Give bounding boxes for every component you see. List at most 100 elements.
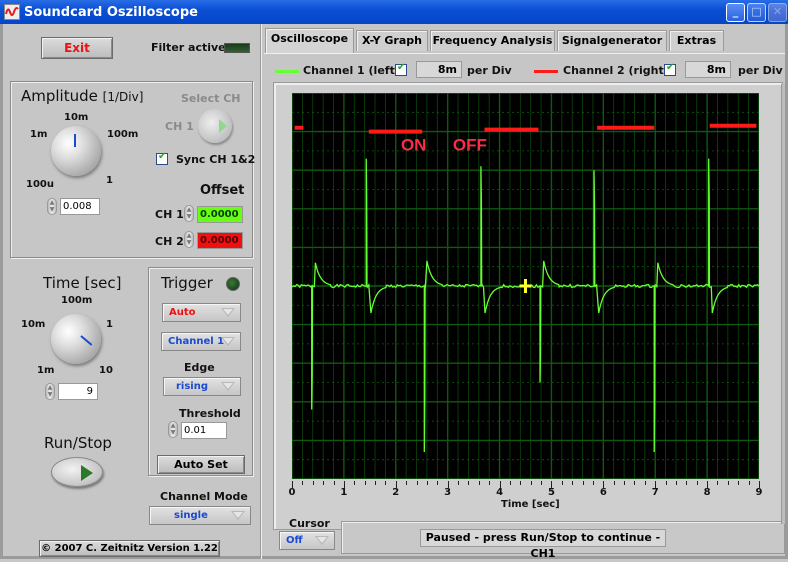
auto-set-button[interactable]: Auto Set [157, 455, 245, 474]
x-axis-tick [468, 481, 470, 485]
play-icon [81, 465, 93, 481]
x-axis-tick [665, 481, 667, 485]
amplitude-knob-pointer [74, 134, 76, 147]
cursor-dropdown[interactable]: Off [279, 531, 335, 550]
x-axis-tick [592, 481, 594, 485]
channel2-label: Channel 2 (right) [563, 64, 669, 77]
x-axis-tick [333, 481, 335, 485]
x-axis-tick [748, 481, 750, 485]
x-axis-tick [302, 481, 304, 485]
sync-checkbox[interactable] [156, 151, 168, 165]
maximize-icon: □ [751, 5, 762, 18]
x-axis-tick-label: 1 [340, 487, 348, 498]
cursor-value: Off [286, 535, 303, 546]
x-axis-tick [644, 481, 646, 485]
threshold-input[interactable]: 0.01 [181, 422, 227, 439]
app-body: Exit Filter active Amplitude [1/Div] 10m… [0, 24, 788, 560]
x-axis-tick [385, 481, 387, 485]
time-knob-pointer [80, 335, 93, 346]
oscilloscope-plot[interactable]: ON OFF [292, 93, 759, 479]
offset-title: Offset [200, 183, 245, 198]
x-axis-tick-label: 4 [496, 487, 504, 498]
x-axis-tick [572, 481, 574, 485]
run-stop-button[interactable] [51, 457, 103, 487]
trigger-mode-dropdown[interactable]: Auto [162, 303, 241, 322]
x-axis-tick [509, 481, 511, 485]
minimize-button[interactable]: _ [726, 3, 745, 22]
graph-frame-edge [781, 84, 785, 524]
channel1-label: Channel 1 (left) [303, 64, 400, 77]
x-axis-tick [696, 481, 698, 485]
tab-signalgenerator[interactable]: Signalgenerator [557, 30, 667, 51]
tab-xy-graph[interactable]: X-Y Graph [356, 30, 428, 51]
x-axis-tick [354, 481, 356, 485]
amplitude-knob[interactable] [51, 126, 101, 176]
run-stop-label: Run/Stop [44, 434, 112, 452]
offset-ch1-spinner[interactable]: ▲ ▼ [184, 205, 194, 222]
amplitude-value-input[interactable]: 0.008 [60, 198, 100, 215]
x-axis-tick [738, 481, 740, 485]
tab-frequency-analysis[interactable]: Frequency Analysis [430, 30, 555, 51]
time-value-input[interactable]: 9 [58, 383, 98, 400]
trigger-channel-dropdown[interactable]: Channel 1 [161, 332, 241, 351]
time-knob[interactable] [51, 314, 101, 364]
tab-oscilloscope[interactable]: Oscilloscope [265, 28, 354, 53]
exit-button[interactable]: Exit [41, 37, 113, 59]
x-axis-title: Time [sec] [501, 499, 560, 510]
channel2-enable-checkbox[interactable] [664, 62, 676, 76]
x-axis-tick [582, 481, 584, 485]
select-ch-toggle[interactable] [198, 109, 232, 143]
amplitude-tick-10m: 10m [64, 112, 89, 123]
threshold-label: Threshold [179, 407, 241, 420]
x-axis-tick [437, 481, 439, 485]
x-axis-tick [530, 481, 532, 485]
channel2-per-div-input[interactable]: 8m [685, 61, 731, 78]
x-axis-tick-label: 9 [755, 487, 763, 498]
x-axis-tick [686, 481, 688, 485]
time-tick-1m: 1m [37, 365, 55, 376]
amplitude-title-text: Amplitude [21, 87, 98, 105]
edge-label: Edge [184, 361, 215, 374]
filter-active-label: Filter active [151, 41, 226, 54]
channel1-per-div-label: per Div [467, 64, 512, 77]
offset-ch2-spinner[interactable]: ▲ ▼ [184, 231, 194, 248]
channel1-per-div-input[interactable]: 8m [416, 61, 462, 78]
x-axis-tick-label: 5 [547, 487, 555, 498]
maximize-button[interactable]: □ [747, 3, 766, 22]
time-tick-10: 10 [99, 365, 113, 376]
window-title: Soundcard Oszilloscope [24, 4, 198, 20]
amplitude-unit: [1/Div] [102, 90, 144, 104]
amplitude-tick-1: 1 [106, 175, 113, 186]
channel-mode-value: single [174, 510, 208, 521]
amplitude-tick-1m: 1m [30, 129, 48, 140]
channel1-enable-checkbox[interactable] [395, 62, 407, 76]
tab-extras[interactable]: Extras [669, 30, 724, 51]
time-tick-1: 1 [106, 319, 113, 330]
chevron-down-icon [221, 308, 235, 317]
offset-ch1-input[interactable]: 0.0000 [197, 206, 243, 223]
filter-active-led [224, 43, 250, 53]
chevron-down-icon [315, 536, 329, 545]
offset-ch2-label: CH 2 [155, 235, 184, 248]
trigger-mode-value: Auto [169, 307, 196, 318]
edge-value: rising [176, 381, 209, 392]
channel-mode-dropdown[interactable]: single [149, 506, 251, 525]
amplitude-spinner[interactable]: ▲ ▼ [47, 198, 57, 215]
channel2-per-div-label: per Div [738, 64, 783, 77]
x-axis-tick-label: 3 [444, 487, 452, 498]
plot-annotation-off: OFF [453, 136, 487, 155]
offset-ch1-label: CH 1 [155, 208, 184, 221]
channel2-color-swatch [534, 70, 558, 73]
offset-ch2-input[interactable]: 0.0000 [197, 232, 243, 249]
x-axis-tick-label: 0 [288, 487, 296, 498]
close-button[interactable]: ✕ [768, 3, 787, 22]
select-ch-arrow-icon [219, 119, 227, 133]
amplitude-tick-100u: 100u [26, 179, 54, 190]
trigger-led [226, 277, 240, 291]
threshold-spinner[interactable]: ▲ ▼ [168, 421, 178, 438]
status-text: Paused - press Run/Stop to continue - CH… [420, 529, 666, 560]
copyright-label: © 2007 C. Zeitnitz Version 1.22 [39, 540, 220, 557]
channel1-color-swatch [275, 70, 299, 73]
edge-dropdown[interactable]: rising [163, 377, 241, 396]
time-spinner[interactable]: ▲ ▼ [45, 383, 55, 400]
